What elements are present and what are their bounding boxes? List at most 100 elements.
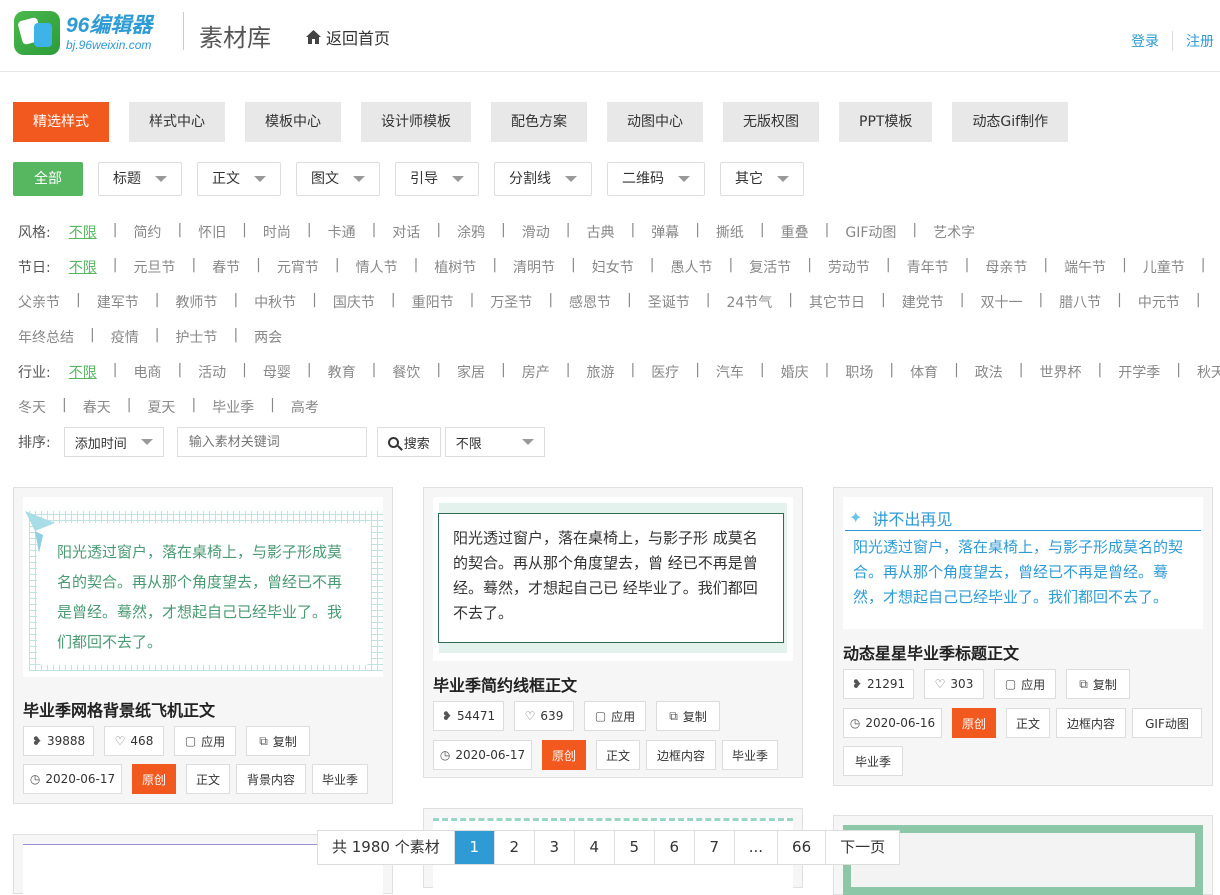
tab-7[interactable]: PPT模板 xyxy=(839,102,933,142)
material-card[interactable]: 阳光透过窗户，落在桌椅上，与影子形成莫名的契合。再从那个角度望去，曾经已不再是曾… xyxy=(13,487,393,804)
filter-dropdown[interactable]: 引导 xyxy=(395,162,479,196)
filter-tag[interactable]: 餐饮 xyxy=(392,362,420,382)
filter-tag[interactable]: 卡通 xyxy=(328,222,356,242)
filter-tag[interactable]: 开学季 xyxy=(1118,362,1160,382)
filter-tag[interactable]: 元宵节 xyxy=(277,257,319,277)
card-title[interactable]: 毕业季简约线框正文 xyxy=(433,672,577,696)
original-badge[interactable]: 原创 xyxy=(132,764,176,794)
filter-tag[interactable]: 中秋节 xyxy=(254,292,296,312)
apply-button[interactable]: ▢ 应用 xyxy=(174,726,236,756)
filter-tag[interactable]: 儿童节 xyxy=(1143,257,1185,277)
card-preview[interactable]: 阳光透过窗户，落在桌椅上，与影子形 成莫名的契合。再从那个角度望去，曾 经已不再… xyxy=(433,497,793,661)
tag-button[interactable]: 毕业季 xyxy=(722,740,778,770)
tag-button[interactable]: GIF动图 xyxy=(1132,708,1202,738)
filter-tag[interactable]: 清明节 xyxy=(513,257,555,277)
filter-tag[interactable]: 疫情 xyxy=(111,327,139,347)
page-button[interactable]: 6 xyxy=(655,831,695,864)
filter-tag[interactable]: 不限 xyxy=(69,257,97,277)
range-select[interactable]: 不限 xyxy=(444,427,545,457)
tab-2[interactable]: 模板中心 xyxy=(245,102,341,142)
filter-tag[interactable]: 政法 xyxy=(975,362,1003,382)
filter-tag[interactable]: 端午节 xyxy=(1064,257,1106,277)
filter-tag[interactable]: 电商 xyxy=(133,362,161,382)
filter-tag[interactable]: 教师节 xyxy=(175,292,217,312)
filter-tag[interactable]: 母婴 xyxy=(263,362,291,382)
filter-tag[interactable]: 简约 xyxy=(133,222,161,242)
tag-button[interactable]: 正文 xyxy=(1006,708,1050,738)
card-preview[interactable]: 阳光透过窗户，落在桌椅上，与影子形成莫名的契合。再从那个角度望去，曾经已不再是曾… xyxy=(23,497,383,677)
filter-tag[interactable]: 腊八节 xyxy=(1059,292,1101,312)
search-input[interactable] xyxy=(176,427,367,457)
page-button[interactable]: 3 xyxy=(535,831,575,864)
filter-tag[interactable]: 妇女节 xyxy=(592,257,634,277)
tag-button[interactable]: 正文 xyxy=(596,740,640,770)
material-card[interactable]: 阳光透过窗户，落在桌椅上，与影子形 成莫名的契合。再从那个角度望去，曾 经已不再… xyxy=(423,487,803,778)
page-button[interactable]: 2 xyxy=(495,831,535,864)
filter-tag[interactable]: 毕业季 xyxy=(212,397,254,417)
filter-tag[interactable]: 体育 xyxy=(910,362,938,382)
copy-button[interactable]: ⧉ 复制 xyxy=(246,726,310,756)
filter-tag[interactable]: 愚人节 xyxy=(670,257,712,277)
filter-tag[interactable]: 高考 xyxy=(291,397,319,417)
filter-tag[interactable]: 古典 xyxy=(586,222,614,242)
page-button[interactable]: 66 xyxy=(778,831,827,864)
filter-tag[interactable]: 双十一 xyxy=(980,292,1022,312)
search-button[interactable]: 搜索 xyxy=(376,427,441,457)
filter-tag[interactable]: 元旦节 xyxy=(133,257,175,277)
filter-tag[interactable]: 春节 xyxy=(212,257,240,277)
tab-1[interactable]: 样式中心 xyxy=(129,102,225,142)
page-button[interactable]: ... xyxy=(735,831,779,864)
filter-tag[interactable]: 重叠 xyxy=(781,222,809,242)
filter-tag[interactable]: 情人节 xyxy=(356,257,398,277)
copy-button[interactable]: ⧉ 复制 xyxy=(656,701,720,731)
filter-tag[interactable]: 世界杯 xyxy=(1040,362,1082,382)
filter-tag[interactable]: 医疗 xyxy=(651,362,679,382)
sort-order-select[interactable]: 添加时间 xyxy=(63,427,164,457)
filter-tag[interactable]: 职场 xyxy=(845,362,873,382)
page-button[interactable]: 4 xyxy=(575,831,615,864)
login-link[interactable]: 登录 xyxy=(1131,31,1159,51)
filter-tag[interactable]: 父亲节 xyxy=(18,292,60,312)
filter-tag[interactable]: 时尚 xyxy=(263,222,291,242)
filter-tag[interactable]: GIF动图 xyxy=(845,222,896,242)
card-title[interactable]: 毕业季网格背景纸飞机正文 xyxy=(23,697,215,721)
card-title[interactable]: 动态星星毕业季标题正文 xyxy=(843,640,1019,664)
filter-tag[interactable]: 对话 xyxy=(392,222,420,242)
original-badge[interactable]: 原创 xyxy=(952,708,996,738)
filter-tag[interactable]: 不限 xyxy=(69,362,97,382)
filter-all-button[interactable]: 全部 xyxy=(13,162,83,196)
logo[interactable]: 96编辑器 bj.96weixin.com xyxy=(14,11,152,55)
filter-tag[interactable]: 夏天 xyxy=(147,397,175,417)
filter-dropdown[interactable]: 正文 xyxy=(197,162,281,196)
page-button[interactable]: 5 xyxy=(615,831,655,864)
filter-dropdown[interactable]: 图文 xyxy=(296,162,380,196)
original-badge[interactable]: 原创 xyxy=(542,740,586,770)
filter-tag[interactable]: 重阳节 xyxy=(412,292,454,312)
filter-tag[interactable]: 劳动节 xyxy=(828,257,870,277)
filter-tag[interactable]: 其它节日 xyxy=(809,292,865,312)
tag-button[interactable]: 背景内容 xyxy=(236,764,306,794)
filter-tag[interactable]: 母亲节 xyxy=(985,257,1027,277)
filter-tag[interactable]: 教育 xyxy=(328,362,356,382)
filter-tag[interactable]: 不限 xyxy=(69,222,97,242)
filter-dropdown[interactable]: 其它 xyxy=(720,162,804,196)
tab-4[interactable]: 配色方案 xyxy=(491,102,587,142)
tab-6[interactable]: 无版权图 xyxy=(723,102,819,142)
tag-button[interactable]: 毕业季 xyxy=(843,746,903,776)
filter-tag[interactable]: 怀旧 xyxy=(198,222,226,242)
page-button[interactable]: 1 xyxy=(454,831,495,864)
filter-tag[interactable]: 万圣节 xyxy=(490,292,532,312)
filter-tag[interactable]: 艺术字 xyxy=(933,222,975,242)
register-link[interactable]: 注册 xyxy=(1186,31,1214,51)
filter-tag[interactable]: 建党节 xyxy=(902,292,944,312)
copy-button[interactable]: ⧉ 复制 xyxy=(1066,669,1130,699)
filter-tag[interactable]: 汽车 xyxy=(716,362,744,382)
page-button[interactable]: 7 xyxy=(695,831,735,864)
filter-tag[interactable]: 植树节 xyxy=(434,257,476,277)
filter-tag[interactable]: 旅游 xyxy=(586,362,614,382)
filter-tag[interactable]: 建军节 xyxy=(97,292,139,312)
tab-5[interactable]: 动图中心 xyxy=(607,102,703,142)
filter-dropdown[interactable]: 二维码 xyxy=(607,162,705,196)
filter-tag[interactable]: 中元节 xyxy=(1138,292,1180,312)
like-button[interactable]: ♡ 303 xyxy=(924,669,984,699)
